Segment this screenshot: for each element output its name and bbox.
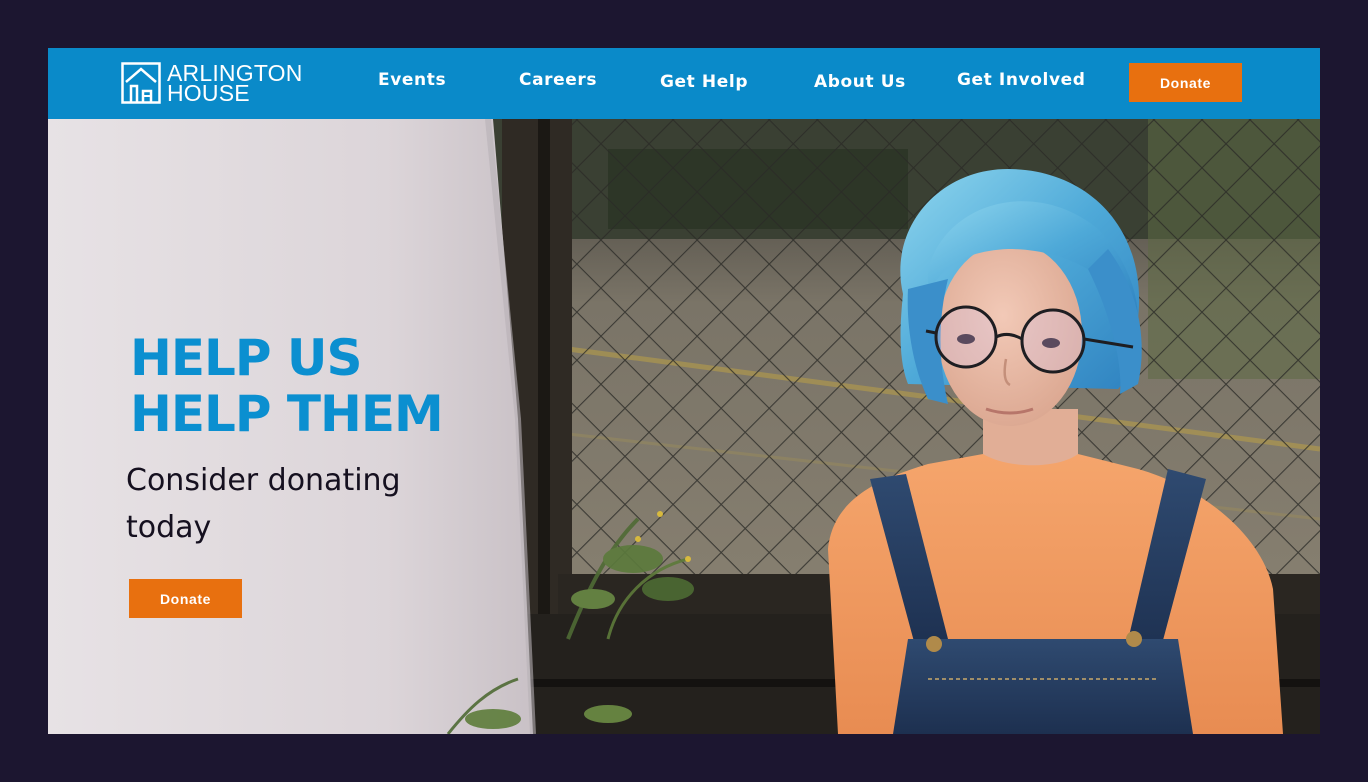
nav-donate-button[interactable]: Donate — [1129, 63, 1242, 102]
hero-headline-line2: HELP THEM — [130, 385, 444, 443]
nav-link-events[interactable]: Events — [378, 70, 446, 90]
hero-section: HELP US HELP THEM Consider donating toda… — [48, 119, 1320, 734]
brand-logo[interactable]: ARLINGTON HOUSE — [121, 60, 303, 106]
nav-link-get-involved[interactable]: Get Involved — [957, 70, 1086, 90]
house-icon — [121, 62, 161, 104]
nav-link-about-us[interactable]: About Us — [814, 72, 906, 92]
hero-headline-line1: HELP US — [130, 329, 363, 387]
hero-donate-button[interactable]: Donate — [129, 579, 242, 618]
nav-link-careers[interactable]: Careers — [519, 70, 597, 90]
brand-name-line2: HOUSE — [167, 80, 250, 106]
hero-subheadline: Consider donating today — [126, 463, 401, 545]
website-frame: ARLINGTON HOUSE Events Careers Get Help … — [48, 48, 1320, 734]
hero-headline: HELP US HELP THEM — [130, 329, 444, 443]
nav-link-get-help[interactable]: Get Help — [660, 72, 748, 92]
top-navigation: ARLINGTON HOUSE Events Careers Get Help … — [48, 48, 1320, 119]
